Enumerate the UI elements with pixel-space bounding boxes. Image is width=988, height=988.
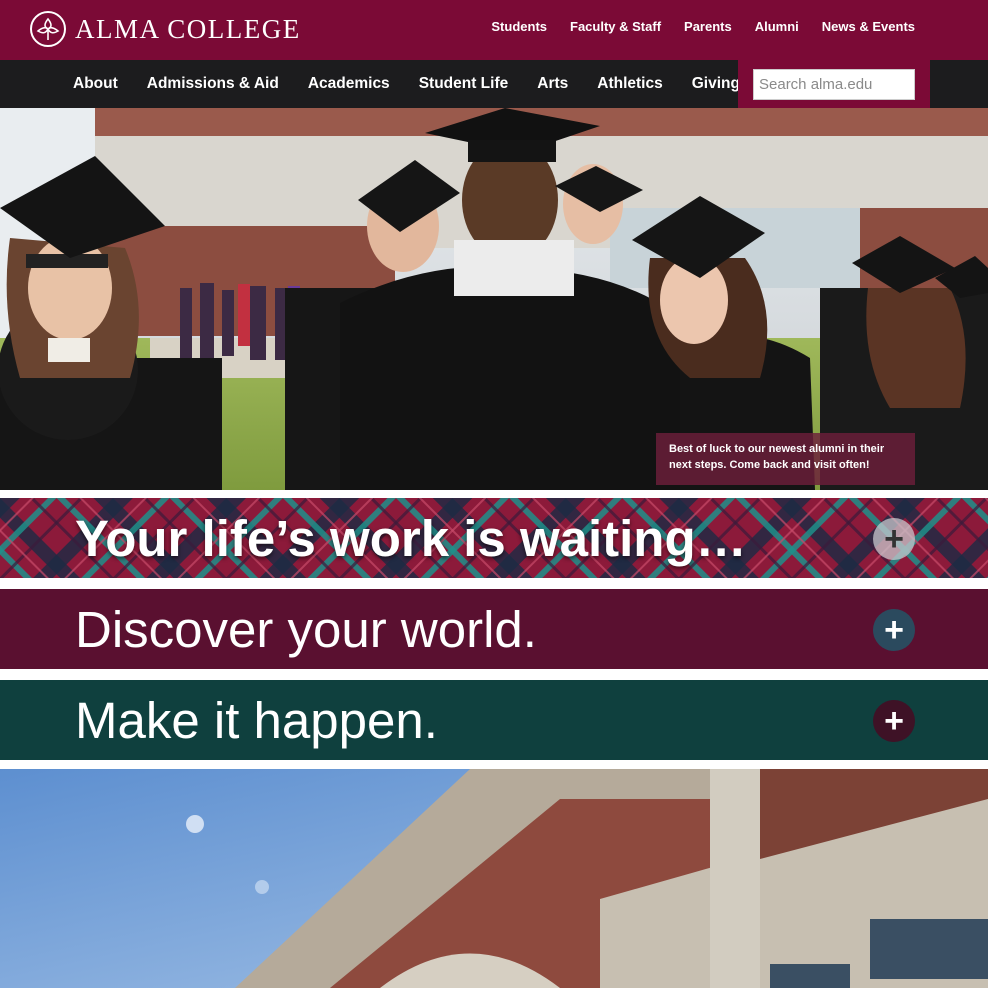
search-input[interactable] — [753, 69, 915, 100]
logo-text: ALMA COLLEGE — [75, 13, 301, 44]
nav-item-student-life[interactable]: Student Life — [419, 75, 509, 93]
hero-photo: Best of luck to our newest alumni in the… — [0, 108, 988, 490]
banner-discover[interactable]: Discover your world. + — [0, 589, 988, 669]
main-nav-items: About Admissions & Aid Academics Student… — [73, 60, 740, 108]
nav-item-admissions-aid[interactable]: Admissions & Aid — [147, 75, 279, 93]
top-link-news-events[interactable]: News & Events — [822, 19, 915, 34]
utility-nav: Students Faculty & Staff Parents Alumni … — [491, 19, 915, 34]
nav-item-academics[interactable]: Academics — [308, 75, 390, 93]
expand-plus-icon[interactable]: + — [873, 700, 915, 742]
banner-lifes-work[interactable]: Your life’s work is waiting… + — [0, 498, 988, 578]
college-seal-icon — [30, 11, 66, 47]
banner-heading: Make it happen. — [75, 691, 438, 749]
nav-item-arts[interactable]: Arts — [537, 75, 568, 93]
top-header: ALMA COLLEGE Students Faculty & Staff Pa… — [0, 0, 988, 60]
top-link-faculty-staff[interactable]: Faculty & Staff — [570, 19, 661, 34]
banner-heading: Discover your world. — [75, 600, 537, 658]
top-link-students[interactable]: Students — [491, 19, 547, 34]
banner-make-it-happen[interactable]: Make it happen. + — [0, 680, 988, 760]
nav-item-giving[interactable]: Giving — [692, 75, 740, 93]
hero-caption: Best of luck to our newest alumni in the… — [656, 433, 915, 485]
expand-plus-icon[interactable]: + — [873, 518, 915, 560]
site-logo[interactable]: ALMA COLLEGE — [30, 10, 301, 48]
campus-building-photo — [0, 769, 988, 988]
nav-item-about[interactable]: About — [73, 75, 118, 93]
top-link-alumni[interactable]: Alumni — [755, 19, 799, 34]
nav-item-athletics[interactable]: Athletics — [597, 75, 662, 93]
top-link-parents[interactable]: Parents — [684, 19, 732, 34]
search-box — [738, 60, 930, 112]
building-image — [0, 769, 988, 988]
expand-plus-icon[interactable]: + — [873, 609, 915, 651]
banner-heading: Your life’s work is waiting… — [75, 509, 747, 567]
